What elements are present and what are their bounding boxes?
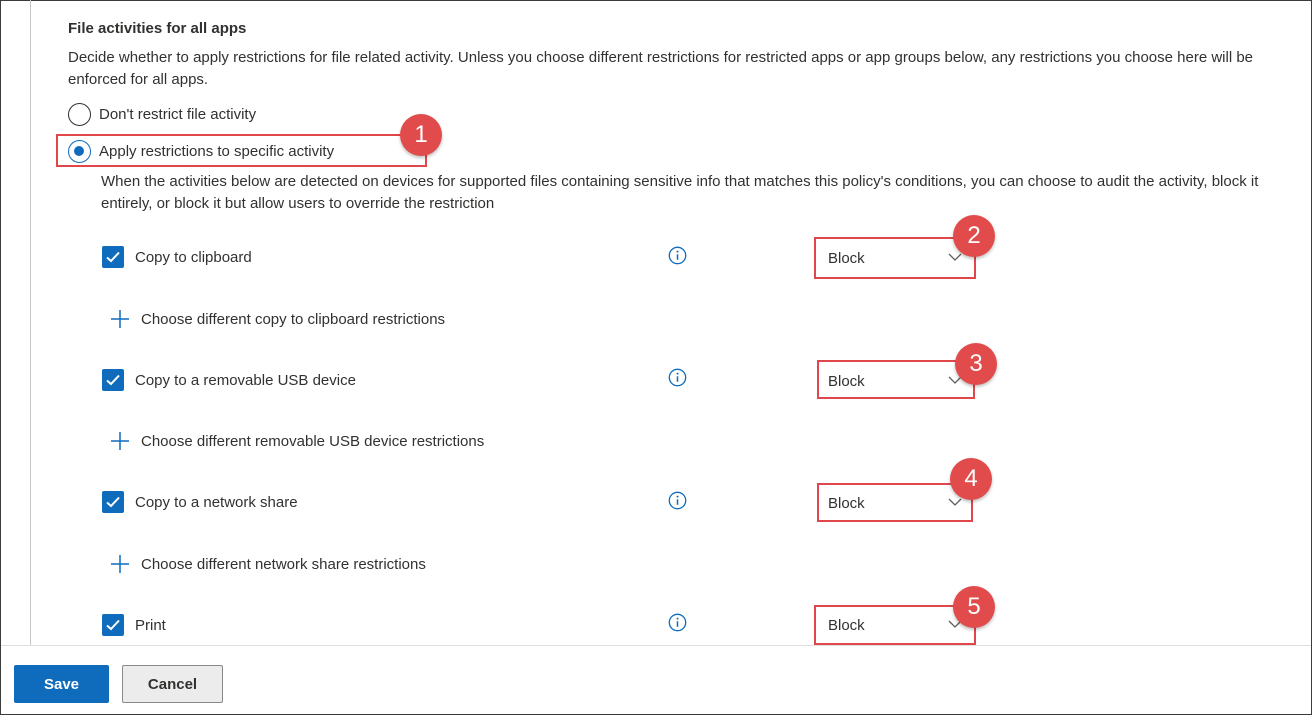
annotation-highlight xyxy=(817,483,973,522)
callout-badge: 5 xyxy=(953,586,995,628)
activity-label: Copy to a removable USB device xyxy=(135,372,356,389)
checkbox-copy-to-usb[interactable] xyxy=(102,369,124,391)
panel-divider xyxy=(30,0,31,645)
info-icon[interactable] xyxy=(668,246,687,265)
callout-badge: 1 xyxy=(400,114,442,156)
checkmark-icon xyxy=(106,251,120,263)
callout-badge: 4 xyxy=(950,458,992,500)
section-title: File activities for all apps xyxy=(68,20,247,37)
info-icon[interactable] xyxy=(668,613,687,632)
link-label: Choose different removable USB device re… xyxy=(141,432,485,450)
link-label: Choose different network share restricti… xyxy=(141,555,426,573)
section-description: Decide whether to apply restrictions for… xyxy=(68,49,1254,88)
info-icon[interactable] xyxy=(668,491,687,510)
checkbox-print[interactable] xyxy=(102,614,124,636)
plus-icon xyxy=(111,310,129,328)
radio-label: Don't restrict file activity xyxy=(99,106,257,123)
plus-icon xyxy=(111,555,129,573)
activity-label: Print xyxy=(135,617,166,634)
radio-button-icon[interactable] xyxy=(68,103,91,126)
callout-badge: 3 xyxy=(955,343,997,385)
annotation-highlight xyxy=(814,605,976,645)
radio-dont-restrict[interactable]: Don't restrict file activity xyxy=(68,103,256,126)
add-network-share-restrictions-link[interactable]: Choose different network share restricti… xyxy=(110,554,426,574)
annotation-highlight xyxy=(56,134,427,167)
checkmark-icon xyxy=(106,619,120,631)
checkmark-icon xyxy=(106,496,120,508)
save-button[interactable]: Save xyxy=(14,665,109,703)
activity-label: Copy to clipboard xyxy=(135,249,252,266)
checkbox-copy-to-network-share[interactable] xyxy=(102,491,124,513)
plus-icon xyxy=(111,432,129,450)
annotation-highlight xyxy=(817,360,975,399)
add-clipboard-restrictions-link[interactable]: Choose different copy to clipboard restr… xyxy=(110,309,445,329)
checkmark-icon xyxy=(106,374,120,386)
link-label: Choose different copy to clipboard restr… xyxy=(141,310,446,328)
info-icon[interactable] xyxy=(668,368,687,387)
checkbox-copy-to-clipboard[interactable] xyxy=(102,246,124,268)
activity-label: Copy to a network share xyxy=(135,494,298,511)
add-usb-restrictions-link[interactable]: Choose different removable USB device re… xyxy=(110,431,484,451)
callout-badge: 2 xyxy=(953,215,995,257)
annotation-highlight xyxy=(814,237,976,279)
cancel-button[interactable]: Cancel xyxy=(122,665,223,703)
activity-description: When the activities below are detected o… xyxy=(101,173,1259,212)
